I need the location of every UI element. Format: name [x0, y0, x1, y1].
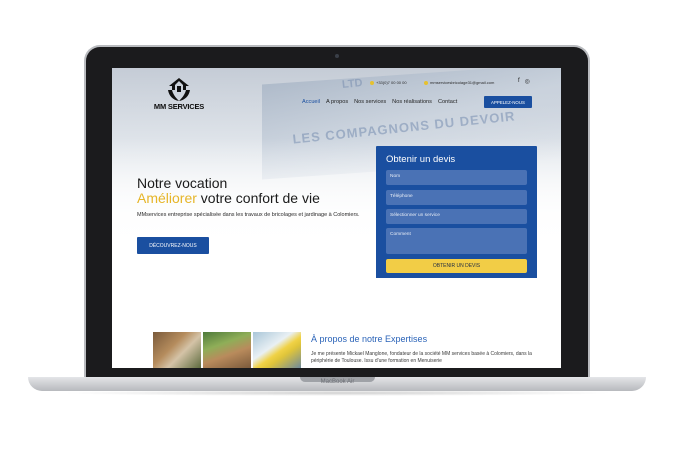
main-nav: Accueil A propos Nos services Nos réalis… [302, 99, 457, 105]
hero-section: LES COMPAGNONS DU DEVOIR LTD MM SERVICES… [112, 68, 561, 278]
quote-submit-button[interactable]: OBTENIR UN DEVIS [386, 259, 527, 273]
about-image-deck [203, 332, 251, 368]
hero-title-line2: Améliorer votre confort de vie [137, 190, 320, 206]
instagram-icon[interactable]: ◎ [525, 78, 530, 85]
phone-icon [370, 80, 374, 85]
call-us-button[interactable]: APPELEZ-NOUS [484, 96, 532, 108]
name-field[interactable]: Nom [386, 170, 527, 185]
hero-title-rest: votre confort de vie [196, 190, 320, 206]
top-phone-text: +33(0)7 00 00 00 [376, 80, 407, 85]
about-image-tools [153, 332, 201, 368]
service-select[interactable]: Sélectionner un service [386, 209, 527, 224]
social-links: f ◎ [518, 78, 530, 85]
facebook-icon[interactable]: f [518, 78, 520, 85]
comment-field[interactable]: Comment [386, 228, 527, 254]
discover-button[interactable]: DÉCOUVREZ-NOUS [137, 237, 209, 254]
hero-description: MMservices entreprise spécialisée dans l… [137, 212, 360, 218]
logo-text: MM SERVICES [153, 102, 205, 111]
about-images [153, 332, 301, 368]
camera-icon [335, 54, 339, 58]
nav-item-services[interactable]: Nos services [354, 99, 386, 105]
about-image-cleaner [253, 332, 301, 368]
quote-form-title: Obtenir un devis [386, 154, 456, 165]
mail-icon [424, 80, 428, 85]
top-phone[interactable]: +33(0)7 00 00 00 [370, 80, 407, 85]
device-label: MacBook Air [320, 379, 355, 385]
phone-field[interactable]: Téléphone [386, 190, 527, 205]
hero-title-accent: Améliorer [137, 190, 197, 206]
top-email-text: mmservicesbricolage31@gmail.com [430, 80, 495, 85]
nav-item-realisations[interactable]: Nos réalisations [392, 99, 432, 105]
site-logo[interactable]: MM SERVICES [148, 76, 210, 116]
nav-item-accueil[interactable]: Accueil [302, 99, 320, 105]
quote-form: Obtenir un devis Nom Téléphone Sélection… [376, 146, 537, 278]
top-email[interactable]: mmservicesbricolage31@gmail.com [424, 80, 494, 85]
laptop-screen: LES COMPAGNONS DU DEVOIR LTD MM SERVICES… [112, 68, 561, 368]
hero-title-line1: Notre vocation [137, 175, 228, 191]
about-title: À propos de notre Expertises [311, 334, 428, 344]
hero-building-signage-small: LTD [341, 76, 364, 92]
nav-item-contact[interactable]: Contact [438, 99, 457, 105]
about-text: Je me présente Mickael Manglone, fondate… [311, 351, 532, 364]
nav-item-a-propos[interactable]: A propos [326, 99, 348, 105]
house-hands-icon [168, 78, 190, 101]
